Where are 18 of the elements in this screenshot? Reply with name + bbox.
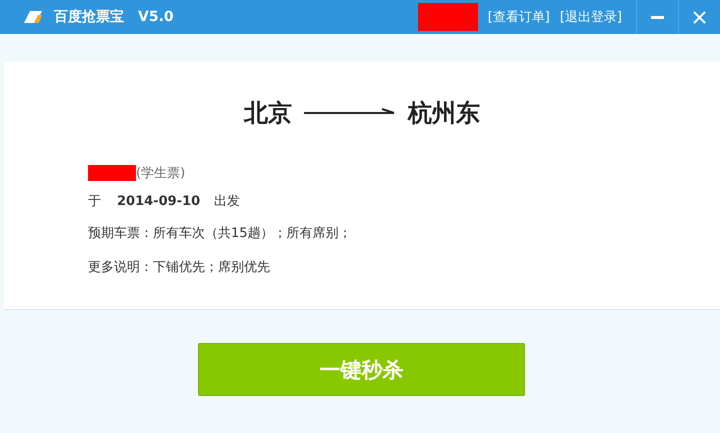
header-link[interactable]: [退出登录] [560, 8, 622, 26]
ticket-type: (学生票) [136, 165, 186, 182]
action-button[interactable]: 一键秒杀 [198, 343, 525, 396]
origin-city: 北京 [244, 98, 292, 129]
date-suffix: 出发 [214, 193, 240, 210]
departure-date: 2014-09-10 [117, 194, 200, 208]
detail-text: 预期车票：所有车次（共15趟）；所有席别； [88, 225, 352, 242]
minimize-icon [651, 16, 664, 18]
date-prefix: 于 [88, 193, 101, 210]
close-icon [693, 10, 706, 24]
app-title: 百度抢票宝 [54, 8, 124, 26]
destination-city: 杭州东 [408, 98, 480, 129]
detail-text: 更多说明：下铺优先；席别优先 [88, 259, 270, 276]
version-label: V5.0 [138, 9, 174, 25]
redacted-block [418, 3, 478, 31]
train-icon [22, 9, 44, 25]
header-link[interactable]: [查看订单] [488, 8, 550, 26]
redacted-block [88, 165, 136, 181]
